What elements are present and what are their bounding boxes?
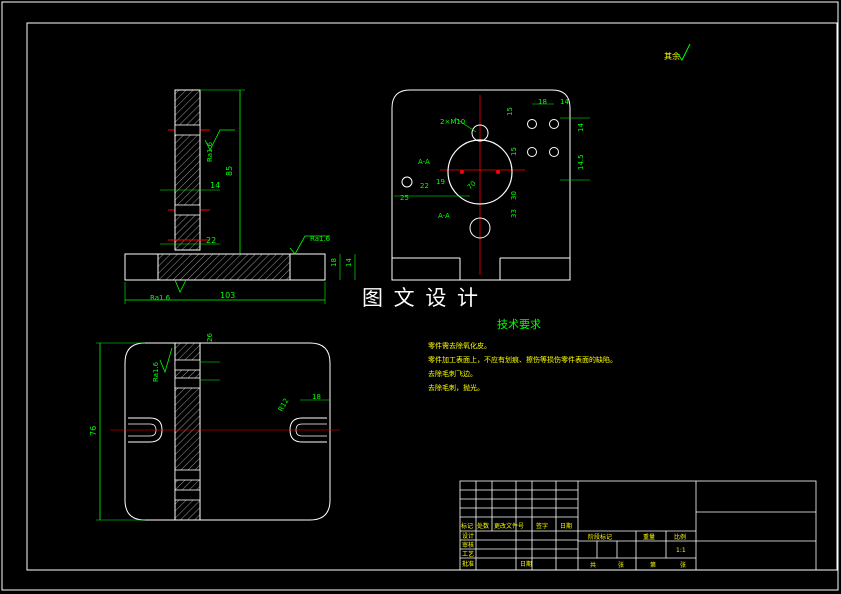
front-roughness3: Ra1.6: [150, 294, 171, 302]
front-width-dim: 103: [220, 291, 235, 300]
watermark-text: 图 文 设 计: [362, 286, 480, 310]
front-roughness1: Ra1.6: [206, 141, 214, 162]
mid-label-1: 重量: [643, 533, 655, 541]
side-dim-11: 22: [420, 182, 429, 190]
roughness-note: 其余: [664, 43, 691, 61]
side-dim-5: 14.5: [577, 154, 585, 170]
top-dim-top: 26: [206, 333, 214, 342]
roughness-note-text: 其余: [664, 51, 680, 61]
row-label-3: 批准: [462, 560, 474, 568]
tech-item-1: 零件加工表面上，不应有划痕、擦伤等损伤零件表面的缺陷。: [428, 355, 617, 364]
front-thk-dim: 14: [210, 181, 220, 190]
vertical-plate: [174, 89, 201, 251]
front-base-dim: 22: [206, 236, 216, 245]
tech-item-2: 去除毛刺飞边。: [428, 369, 477, 378]
front-view: 85 103 14 22 18 14 Ra1.6 Ra1.6 Ra1.6: [124, 89, 356, 304]
side-dim-4: 15: [510, 147, 518, 156]
top-slot-width: 18: [312, 393, 321, 401]
front-roughness2: Ra1.6: [310, 235, 331, 243]
top-roughness: Ra1.6: [152, 361, 160, 382]
col-label-2: 更改文件号: [494, 522, 524, 530]
title-block-text: 标记 处数 更改文件号 签字 日期 设计 审核 工艺 批准 日期 阶段标记 重量…: [461, 522, 686, 569]
top-view: 76 R12 18 26 Ra1.6: [89, 333, 340, 521]
front-side-dim2: 14: [345, 258, 353, 267]
tech-item-0: 零件需去除氧化皮。: [428, 341, 491, 350]
bottom-label-0: 共: [590, 561, 596, 569]
side-dim-6: 19: [436, 178, 445, 186]
side-dim-10: 25: [400, 194, 409, 202]
top-slot-dim: R12: [277, 397, 291, 413]
section-a-top: A-A: [418, 158, 430, 166]
tech-item-3: 去除毛刺，抛光。: [428, 383, 484, 392]
tech-requirements: 技术要求 零件需去除氧化皮。 零件加工表面上，不应有划痕、擦伤等损伤零件表面的缺…: [428, 318, 617, 392]
roughness-symbol-icon: [159, 347, 173, 374]
bottom-label-2: 第: [650, 561, 656, 569]
side-dim-0: 18: [538, 98, 547, 106]
side-view: 2×M10 18 14 15 14 15 14.5 19 30 33 70 25…: [391, 89, 590, 281]
bottom-label-1: 张: [618, 561, 624, 569]
scale-value: 1:1: [676, 547, 686, 554]
side-dim-8: 33: [510, 209, 518, 218]
row-label-0: 设计: [462, 532, 474, 540]
side-dim-2: 15: [506, 107, 514, 116]
row-label-1: 审核: [462, 541, 474, 549]
mid-label-2: 比例: [674, 533, 686, 541]
col-label-4: 日期: [560, 522, 572, 530]
bottom-label-3: 张: [680, 561, 686, 569]
side-outline: [391, 89, 571, 281]
col-label-1: 处数: [477, 522, 489, 530]
row-label-2: 工艺: [462, 550, 474, 558]
mid-label-0: 阶段标记: [588, 533, 612, 541]
col-label-3: 签字: [536, 522, 548, 530]
date-label: 日期: [520, 560, 532, 568]
col-label-0: 标记: [461, 522, 473, 530]
tech-title: 技术要求: [497, 318, 541, 331]
top-height-dim: 76: [89, 426, 98, 436]
side-dim-1: 14: [560, 98, 569, 106]
roughness-symbol-icon: [174, 279, 187, 293]
drawing-canvas: 其余 85 103 14 22 18 14 Ra1.6 Ra1.6 Ra1.6 …: [1, 1, 839, 591]
side-dim-3: 14: [577, 123, 585, 132]
side-dim-7: 30: [510, 191, 518, 200]
side-dim-9: 70: [466, 179, 478, 191]
section-a-bottom: A-A: [438, 212, 450, 220]
front-height-dim: 85: [225, 166, 234, 176]
front-side-dim1: 18: [330, 258, 338, 267]
